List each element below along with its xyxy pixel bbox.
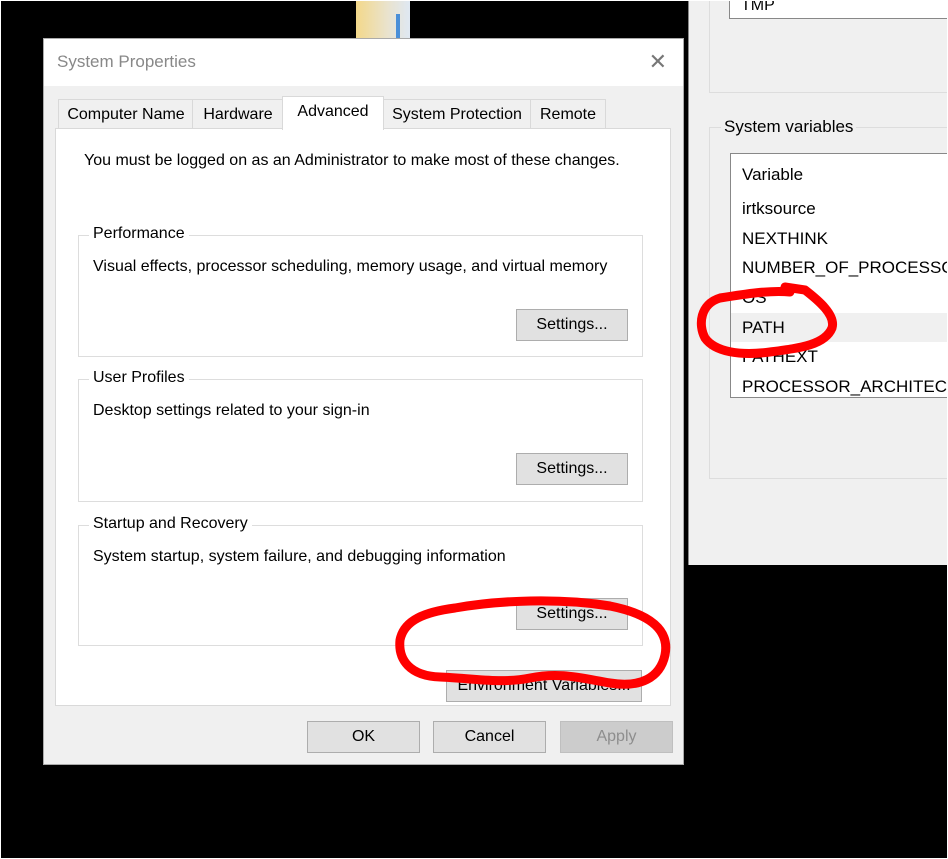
list-item[interactable]: NUMBER_OF_PROCESSORS	[731, 253, 948, 282]
group-title: Performance	[89, 225, 189, 243]
list-item[interactable]: PATHEXT	[731, 342, 948, 371]
list-item[interactable]: TMP	[741, 0, 775, 15]
group-description: Visual effects, processor scheduling, me…	[93, 258, 608, 275]
tab-hardware[interactable]: Hardware	[192, 99, 284, 129]
tab-advanced[interactable]: Advanced	[282, 96, 384, 130]
folder-icon	[356, 0, 410, 38]
environment-variables-window: TMP System variables Variable irtksource…	[688, 0, 948, 565]
list-item[interactable]: OS	[731, 283, 948, 312]
list-item[interactable]: PROCESSOR_ARCHITECTURE	[731, 372, 948, 397]
list-item[interactable]: irtksource	[731, 194, 948, 223]
system-variables-list[interactable]: Variable irtksource NEXTHINK NUMBER_OF_P…	[730, 153, 948, 398]
environment-variables-button[interactable]: Environment Variables...	[446, 670, 642, 702]
group-title: User Profiles	[89, 369, 189, 387]
user-profiles-settings-button[interactable]: Settings...	[516, 453, 628, 485]
tab-system-protection[interactable]: System Protection	[382, 99, 532, 129]
user-profiles-group: User Profiles Desktop settings related t…	[78, 369, 643, 502]
group-description: Desktop settings related to your sign-in	[93, 402, 370, 419]
performance-settings-button[interactable]: Settings...	[516, 309, 628, 341]
tab-remote[interactable]: Remote	[530, 99, 606, 129]
system-variables-label: System variables	[721, 117, 857, 137]
group-description: System startup, system failure, and debu…	[93, 548, 506, 565]
title-bar: System Properties ✕	[44, 39, 683, 86]
startup-recovery-settings-button[interactable]: Settings...	[516, 598, 628, 630]
column-header-variable[interactable]: Variable	[731, 160, 948, 189]
tab-computer-name[interactable]: Computer Name	[58, 99, 194, 129]
user-variables-list[interactable]: TMP	[729, 0, 948, 19]
system-properties-dialog: System Properties ✕ Computer Name Hardwa…	[43, 38, 684, 765]
advanced-panel: You must be logged on as an Administrato…	[55, 128, 671, 706]
list-item[interactable]: NEXTHINK	[731, 224, 948, 253]
close-icon[interactable]: ✕	[649, 49, 667, 75]
list-item-path[interactable]: PATH	[731, 313, 948, 342]
ok-button[interactable]: OK	[307, 721, 420, 753]
startup-recovery-group: Startup and Recovery System startup, sys…	[78, 515, 643, 646]
admin-note: You must be logged on as an Administrato…	[84, 152, 620, 169]
dialog-title: System Properties	[57, 52, 196, 71]
cancel-button[interactable]: Cancel	[433, 721, 546, 753]
apply-button[interactable]: Apply	[560, 721, 673, 753]
group-title: Startup and Recovery	[89, 515, 252, 533]
performance-group: Performance Visual effects, processor sc…	[78, 225, 643, 357]
